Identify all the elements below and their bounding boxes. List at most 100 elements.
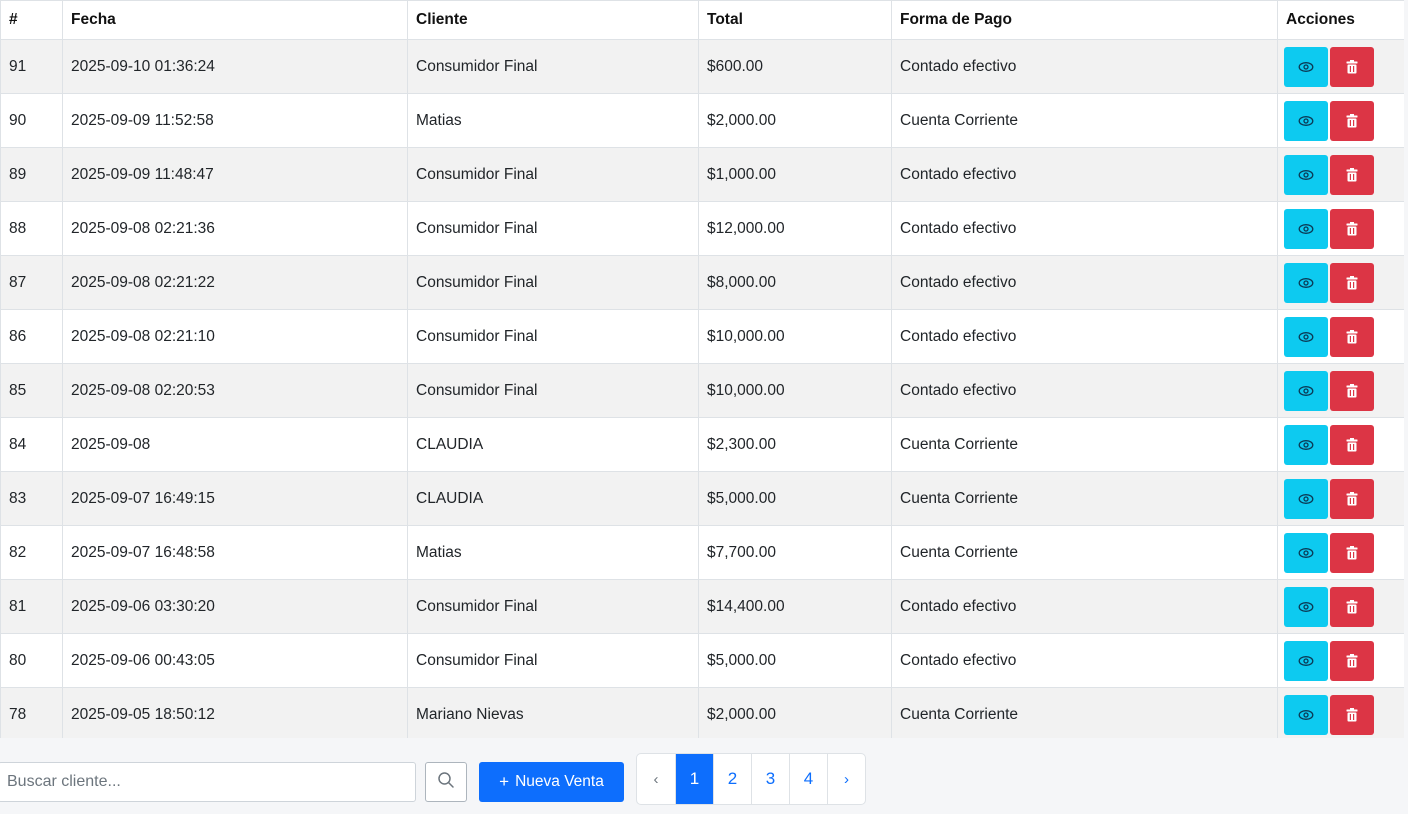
delete-button[interactable] <box>1330 316 1374 357</box>
view-button[interactable] <box>1284 694 1328 735</box>
trash-icon <box>1346 383 1358 398</box>
cell-acciones <box>1277 687 1404 738</box>
plus-icon: + <box>499 772 510 791</box>
cell-forma-pago: Contado efectivo <box>891 309 1278 364</box>
eye-icon <box>1298 115 1314 127</box>
pagination-page-1[interactable]: 1 <box>675 754 713 804</box>
delete-button[interactable] <box>1330 100 1374 141</box>
trash-icon <box>1346 437 1358 452</box>
delete-button[interactable] <box>1330 532 1374 573</box>
cell-total: $1,000.00 <box>698 147 892 202</box>
cell-cliente: Mariano Nievas <box>407 687 699 738</box>
view-button[interactable] <box>1284 262 1328 303</box>
cell-id: 78 <box>0 687 63 738</box>
table-row: 81 2025-09-06 03:30:20 Consumidor Final $14… <box>0 579 1404 634</box>
cell-cliente: Consumidor Final <box>407 147 699 202</box>
cell-id: 81 <box>0 579 63 634</box>
pagination-page-4[interactable]: 4 <box>789 754 827 804</box>
search-button[interactable] <box>425 762 467 802</box>
cell-cliente: CLAUDIA <box>407 417 699 472</box>
new-sale-button[interactable]: + Nueva Venta <box>479 762 624 802</box>
view-button[interactable] <box>1284 208 1328 249</box>
table-row: 88 2025-09-08 02:21:36 Consumidor Final $12… <box>0 201 1404 256</box>
cell-fecha: 2025-09-07 16:48:58 <box>62 525 408 580</box>
cell-id: 90 <box>0 93 63 148</box>
cell-forma-pago: Cuenta Corriente <box>891 525 1278 580</box>
table-row: 87 2025-09-08 02:21:22 Consumidor Final $8,… <box>0 255 1404 310</box>
view-button[interactable] <box>1284 640 1328 681</box>
delete-button[interactable] <box>1330 586 1374 627</box>
column-header-cliente: Cliente <box>407 0 699 40</box>
trash-icon <box>1346 329 1358 344</box>
new-sale-label: Nueva Venta <box>515 773 604 790</box>
view-button[interactable] <box>1284 586 1328 627</box>
cell-id: 84 <box>0 417 63 472</box>
view-button[interactable] <box>1284 46 1328 87</box>
view-button[interactable] <box>1284 100 1328 141</box>
table-row: 90 2025-09-09 11:52:58 Matias $2,000.00 Cuen… <box>0 93 1404 148</box>
trash-icon <box>1346 545 1358 560</box>
eye-icon <box>1298 439 1314 451</box>
pagination-prev[interactable]: ‹ <box>637 754 675 804</box>
column-header-fecha: Fecha <box>62 0 408 40</box>
cell-fecha: 2025-09-09 11:48:47 <box>62 147 408 202</box>
delete-button[interactable] <box>1330 424 1374 465</box>
column-header-forma-pago: Forma de Pago <box>891 0 1278 40</box>
cell-acciones <box>1277 93 1404 148</box>
eye-icon <box>1298 655 1314 667</box>
table-row: 86 2025-09-08 02:21:10 Consumidor Final $10… <box>0 309 1404 364</box>
eye-icon <box>1298 277 1314 289</box>
cell-id: 82 <box>0 525 63 580</box>
eye-icon <box>1298 385 1314 397</box>
cell-cliente: Consumidor Final <box>407 579 699 634</box>
cell-acciones <box>1277 363 1404 418</box>
cell-fecha: 2025-09-08 <box>62 417 408 472</box>
cell-acciones <box>1277 471 1404 526</box>
cell-fecha: 2025-09-08 02:21:10 <box>62 309 408 364</box>
view-button[interactable] <box>1284 478 1328 519</box>
trash-icon <box>1346 113 1358 128</box>
delete-button[interactable] <box>1330 154 1374 195</box>
cell-forma-pago: Contado efectivo <box>891 633 1278 688</box>
cell-id: 89 <box>0 147 63 202</box>
view-button[interactable] <box>1284 154 1328 195</box>
table-row: 89 2025-09-09 11:48:47 Consumidor Final $1,… <box>0 147 1404 202</box>
delete-button[interactable] <box>1330 208 1374 249</box>
delete-button[interactable] <box>1330 694 1374 735</box>
view-button[interactable] <box>1284 532 1328 573</box>
cell-id: 85 <box>0 363 63 418</box>
pagination-next[interactable]: › <box>827 754 865 804</box>
trash-icon <box>1346 167 1358 182</box>
trash-icon <box>1346 491 1358 506</box>
cell-total: $10,000.00 <box>698 309 892 364</box>
delete-button[interactable] <box>1330 478 1374 519</box>
table-row: 82 2025-09-07 16:48:58 Matias $7,700.00 Cuen… <box>0 525 1404 580</box>
delete-button[interactable] <box>1330 46 1374 87</box>
table-row: 78 2025-09-05 18:50:12 Mariano Nievas $2,00… <box>0 687 1404 738</box>
pagination-page-3[interactable]: 3 <box>751 754 789 804</box>
pagination-page-2[interactable]: 2 <box>713 754 751 804</box>
cell-id: 86 <box>0 309 63 364</box>
view-button[interactable] <box>1284 424 1328 465</box>
delete-button[interactable] <box>1330 262 1374 303</box>
cell-forma-pago: Contado efectivo <box>891 39 1278 94</box>
cell-acciones <box>1277 39 1404 94</box>
column-header-acciones: Acciones <box>1277 0 1404 40</box>
cell-total: $2,300.00 <box>698 417 892 472</box>
search-input[interactable] <box>0 762 416 802</box>
trash-icon <box>1346 707 1358 722</box>
cell-forma-pago: Cuenta Corriente <box>891 93 1278 148</box>
cell-fecha: 2025-09-06 03:30:20 <box>62 579 408 634</box>
cell-acciones <box>1277 579 1404 634</box>
cell-acciones <box>1277 417 1404 472</box>
table-row: 80 2025-09-06 00:43:05 Consumidor Final $5,… <box>0 633 1404 688</box>
cell-cliente: Consumidor Final <box>407 39 699 94</box>
delete-button[interactable] <box>1330 640 1374 681</box>
cell-acciones <box>1277 255 1404 310</box>
cell-forma-pago: Contado efectivo <box>891 147 1278 202</box>
cell-total: $2,000.00 <box>698 93 892 148</box>
view-button[interactable] <box>1284 316 1328 357</box>
view-button[interactable] <box>1284 370 1328 411</box>
search-icon <box>437 771 455 794</box>
delete-button[interactable] <box>1330 370 1374 411</box>
